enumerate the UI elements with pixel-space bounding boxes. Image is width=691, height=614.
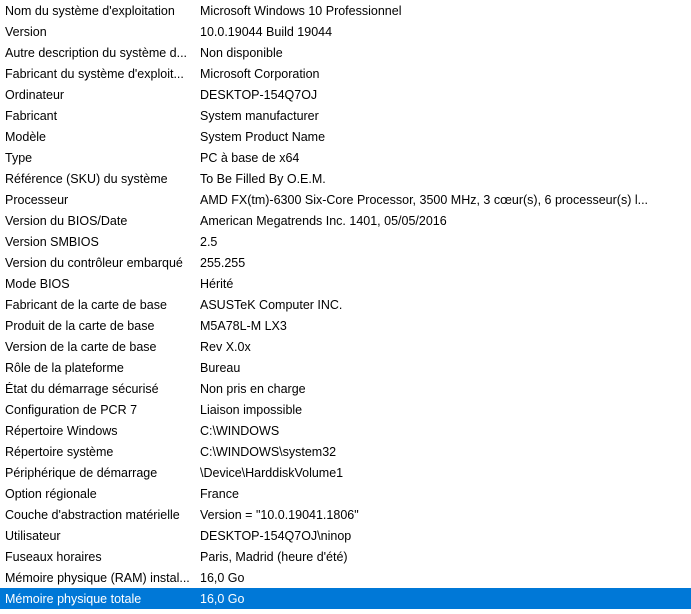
item-label: Périphérique de démarrage [5,465,158,480]
list-item-os-manufacturer[interactable]: Fabricant du système d'exploit... Micros… [0,63,691,84]
list-item-secure-boot[interactable]: État du démarrage sécurisé Non pris en c… [0,378,691,399]
item-value: 16,0 Go [200,591,245,606]
list-item-hal[interactable]: Couche d'abstraction matérielle Version … [0,504,691,525]
item-label: Répertoire système [5,444,114,459]
list-item-total-physical-memory[interactable]: Mémoire physique totale 16,0 Go [0,588,691,609]
item-label: Répertoire Windows [5,423,118,438]
item-value: C:\WINDOWS\system32 [200,444,337,459]
list-item-baseboard-manufacturer[interactable]: Fabricant de la carte de base ASUSTeK Co… [0,294,691,315]
item-value: 10.0.19044 Build 19044 [200,24,333,39]
item-label: Version du contrôleur embarqué [5,255,183,270]
list-item-baseboard-version[interactable]: Version de la carte de base Rev X.0x [0,336,691,357]
item-label: Mémoire physique (RAM) instal... [5,570,190,585]
item-value: M5A78L-M LX3 [200,318,287,333]
list-item-user[interactable]: Utilisateur DESKTOP-154Q7OJ\ninop [0,525,691,546]
list-item-baseboard-product[interactable]: Produit de la carte de base M5A78L-M LX3 [0,315,691,336]
item-label: Produit de la carte de base [5,318,155,333]
item-value: Paris, Madrid (heure d'été) [200,549,348,564]
list-item-processor[interactable]: Processeur AMD FX(tm)-6300 Six-Core Proc… [0,189,691,210]
list-item-type[interactable]: Type PC à base de x64 [0,147,691,168]
item-value: To Be Filled By O.E.M. [200,171,326,186]
item-value: 2.5 [200,234,218,249]
list-item-os-description[interactable]: Autre description du système d... Non di… [0,42,691,63]
item-value: AMD FX(tm)-6300 Six-Core Processor, 3500… [200,192,649,207]
item-value: Non pris en charge [200,381,306,396]
list-item-embedded-controller[interactable]: Version du contrôleur embarqué 255.255 [0,252,691,273]
item-value: Microsoft Corporation [200,66,320,81]
item-value: France [200,486,239,501]
item-value: Rev X.0x [200,339,251,354]
item-label: Type [5,150,33,165]
list-item-installed-ram[interactable]: Mémoire physique (RAM) instal... 16,0 Go [0,567,691,588]
item-label: Version de la carte de base [5,339,157,354]
item-value: \Device\HarddiskVolume1 [200,465,344,480]
item-label: Autre description du système d... [5,45,188,60]
item-value: System Product Name [200,129,326,144]
item-value: System manufacturer [200,108,319,123]
item-label: Fabricant [5,108,58,123]
item-value: DESKTOP-154Q7OJ [200,87,318,102]
list-item-model[interactable]: Modèle System Product Name [0,126,691,147]
item-label: Utilisateur [5,528,61,543]
item-value: PC à base de x64 [200,150,300,165]
item-value: ASUSTeK Computer INC. [200,297,343,312]
list-item-platform-role[interactable]: Rôle de la plateforme Bureau [0,357,691,378]
item-label: Version [5,24,47,39]
item-label: Version du BIOS/Date [5,213,128,228]
item-value: Hérité [200,276,234,291]
item-value: Liaison impossible [200,402,303,417]
list-item-bios-version[interactable]: Version du BIOS/Date American Megatrends… [0,210,691,231]
item-label: Modèle [5,129,46,144]
item-label: Fabricant du système d'exploit... [5,66,184,81]
list-item-time-zone[interactable]: Fuseaux horaires Paris, Madrid (heure d'… [0,546,691,567]
item-label: Mémoire physique totale [5,591,142,606]
list-item-computer[interactable]: Ordinateur DESKTOP-154Q7OJ [0,84,691,105]
item-label: Mode BIOS [5,276,70,291]
list-item-sku[interactable]: Référence (SKU) du système To Be Filled … [0,168,691,189]
item-value: 16,0 Go [200,570,245,585]
system-summary-list: Nom du système d'exploitation Microsoft … [0,0,691,609]
item-label: Fabricant de la carte de base [5,297,167,312]
item-value: Non disponible [200,45,283,60]
item-label: Nom du système d'exploitation [5,3,175,18]
item-value: C:\WINDOWS [200,423,280,438]
item-label: Couche d'abstraction matérielle [5,507,180,522]
item-label: Processeur [5,192,69,207]
list-item-bios-mode[interactable]: Mode BIOS Hérité [0,273,691,294]
item-value: Bureau [200,360,241,375]
item-label: Fuseaux horaires [5,549,102,564]
list-item-system-directory[interactable]: Répertoire système C:\WINDOWS\system32 [0,441,691,462]
item-value: DESKTOP-154Q7OJ\ninop [200,528,352,543]
item-value: Microsoft Windows 10 Professionnel [200,3,402,18]
item-label: Rôle de la plateforme [5,360,124,375]
list-item-smbios[interactable]: Version SMBIOS 2.5 [0,231,691,252]
item-value: American Megatrends Inc. 1401, 05/05/201… [200,213,447,228]
list-item-windows-directory[interactable]: Répertoire Windows C:\WINDOWS [0,420,691,441]
list-item-pcr7[interactable]: Configuration de PCR 7 Liaison impossibl… [0,399,691,420]
list-item-manufacturer[interactable]: Fabricant System manufacturer [0,105,691,126]
item-label: État du démarrage sécurisé [5,381,159,396]
list-item-boot-device[interactable]: Périphérique de démarrage \Device\Harddi… [0,462,691,483]
list-item-locale[interactable]: Option régionale France [0,483,691,504]
list-item-os-name[interactable]: Nom du système d'exploitation Microsoft … [0,0,691,21]
list-item-version[interactable]: Version 10.0.19044 Build 19044 [0,21,691,42]
item-label: Référence (SKU) du système [5,171,168,186]
item-value: 255.255 [200,255,246,270]
item-label: Version SMBIOS [5,234,99,249]
item-value: Version = "10.0.19041.1806" [200,507,359,522]
item-label: Configuration de PCR 7 [5,402,138,417]
item-label: Ordinateur [5,87,65,102]
item-label: Option régionale [5,486,97,501]
